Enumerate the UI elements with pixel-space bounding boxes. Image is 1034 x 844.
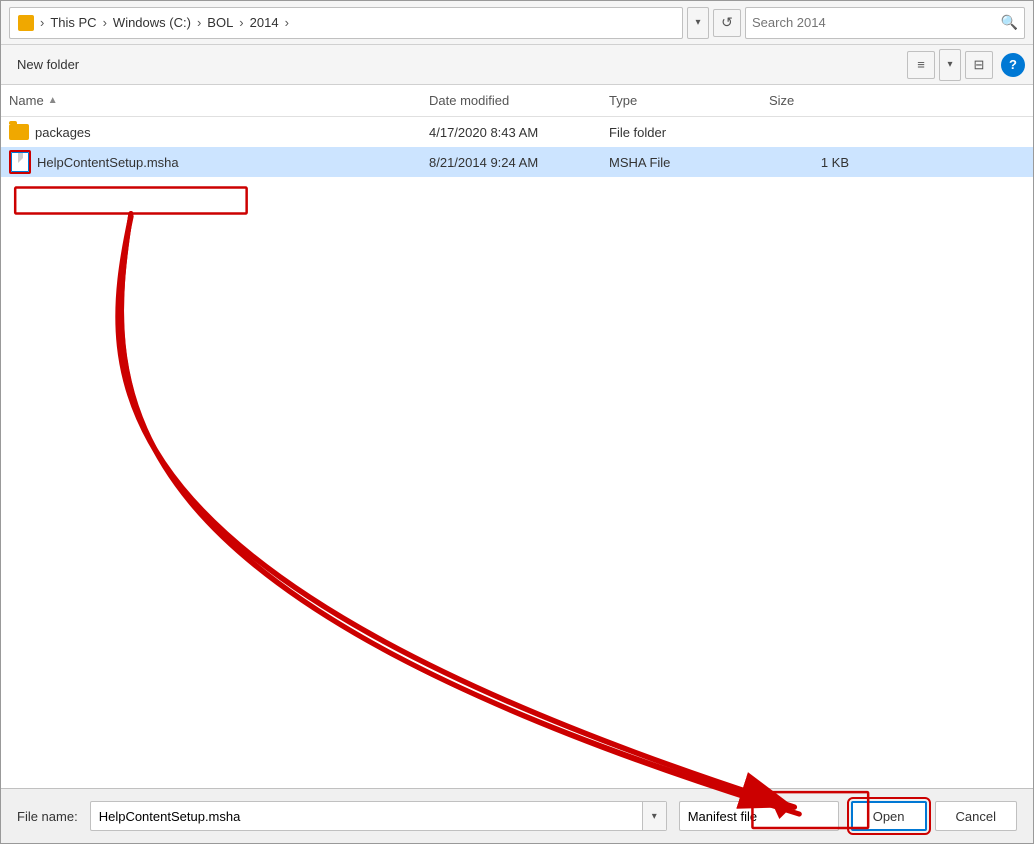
view-dropdown-button[interactable]: ▾ bbox=[939, 49, 961, 81]
breadcrumb-2014[interactable]: 2014 bbox=[250, 15, 279, 30]
file-name-dropdown-button[interactable]: ▾ bbox=[642, 802, 666, 830]
selected-file-outline bbox=[9, 150, 31, 174]
file-icon bbox=[11, 152, 29, 172]
breadcrumb-windows[interactable]: Windows (C:) bbox=[113, 15, 191, 30]
column-size[interactable]: Size bbox=[769, 93, 849, 108]
folder-icon bbox=[18, 15, 34, 31]
new-folder-button[interactable]: New folder bbox=[9, 53, 87, 76]
file-name-cell: packages bbox=[9, 124, 429, 140]
address-bar: › This PC › Windows (C:) › BOL › 2014 › … bbox=[1, 1, 1033, 45]
file-type-input[interactable] bbox=[680, 809, 872, 824]
column-name[interactable]: Name ▲ bbox=[9, 93, 429, 108]
file-name-label: packages bbox=[35, 125, 91, 140]
file-name-label: File name: bbox=[17, 809, 78, 824]
column-date-modified[interactable]: Date modified bbox=[429, 93, 609, 108]
column-headers: Name ▲ Date modified Type Size bbox=[1, 85, 1033, 117]
file-type-cell: MSHA File bbox=[609, 155, 769, 170]
toolbar: New folder ≡ ▾ ⊟ ? bbox=[1, 45, 1033, 85]
file-date-cell: 4/17/2020 8:43 AM bbox=[429, 125, 609, 140]
help-button[interactable]: ? bbox=[1001, 53, 1025, 77]
column-type[interactable]: Type bbox=[609, 93, 769, 108]
folder-icon bbox=[9, 124, 29, 140]
file-date-cell: 8/21/2014 9:24 AM bbox=[429, 155, 609, 170]
table-row[interactable]: packages 4/17/2020 8:43 AM File folder bbox=[1, 117, 1033, 147]
refresh-button[interactable]: ↺ bbox=[713, 9, 741, 37]
breadcrumb-thispc[interactable]: This PC bbox=[50, 15, 96, 30]
file-name-cell: HelpContentSetup.msha bbox=[9, 150, 429, 174]
file-open-dialog: › This PC › Windows (C:) › BOL › 2014 › … bbox=[0, 0, 1034, 844]
file-name-label: HelpContentSetup.msha bbox=[37, 155, 179, 170]
view-buttons: ≡ ▾ ⊟ bbox=[907, 49, 993, 81]
file-type-select-wrap: ▾ bbox=[679, 801, 839, 831]
search-box[interactable]: 🔍 bbox=[745, 7, 1025, 39]
breadcrumb-dropdown-button[interactable]: ▾ bbox=[687, 7, 709, 39]
file-name-input[interactable] bbox=[91, 809, 642, 824]
table-row[interactable]: HelpContentSetup.msha 8/21/2014 9:24 AM … bbox=[1, 147, 1033, 177]
sort-arrow-icon: ▲ bbox=[48, 95, 58, 106]
file-name-input-wrap: ▾ bbox=[90, 801, 667, 831]
open-button[interactable]: Open bbox=[851, 801, 927, 831]
breadcrumb[interactable]: › This PC › Windows (C:) › BOL › 2014 › bbox=[9, 7, 683, 39]
file-type-cell: File folder bbox=[609, 125, 769, 140]
breadcrumb-bol[interactable]: BOL bbox=[207, 15, 233, 30]
view-pane-icon[interactable]: ⊟ bbox=[965, 51, 993, 79]
search-input[interactable] bbox=[752, 15, 997, 30]
view-list-icon[interactable]: ≡ bbox=[907, 51, 935, 79]
cancel-button[interactable]: Cancel bbox=[935, 801, 1017, 831]
bottom-bar: File name: ▾ ▾ Open Cancel bbox=[1, 788, 1033, 843]
action-buttons: Open Cancel bbox=[851, 801, 1017, 831]
file-size-cell: 1 KB bbox=[769, 155, 849, 170]
file-list: packages 4/17/2020 8:43 AM File folder H… bbox=[1, 117, 1033, 788]
search-icon[interactable]: 🔍 bbox=[1001, 14, 1018, 31]
